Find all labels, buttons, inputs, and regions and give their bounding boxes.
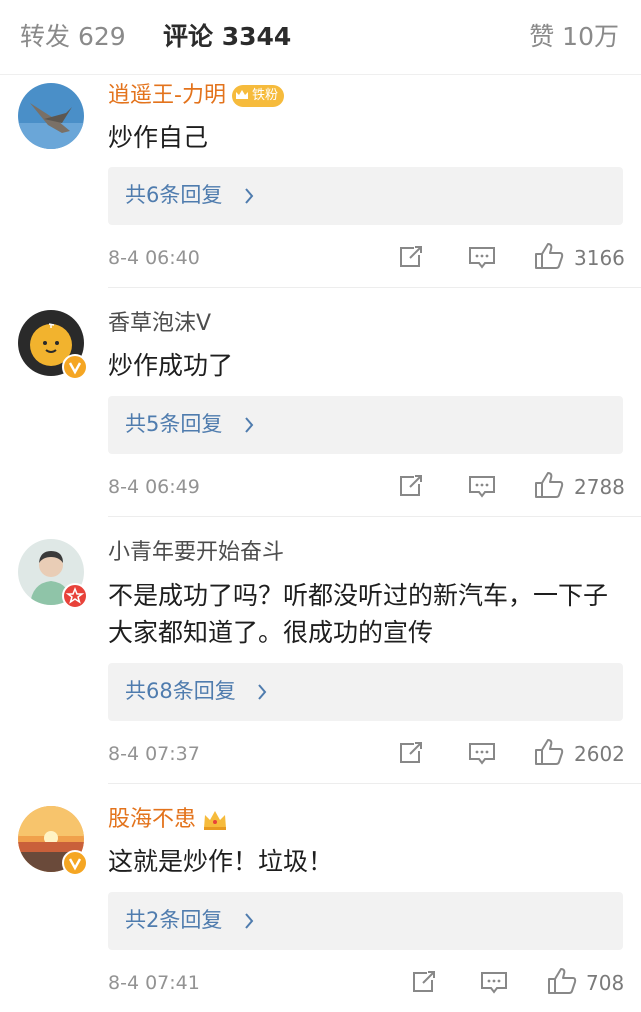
replies-button[interactable]: 共2条回复 xyxy=(108,892,623,950)
comment-icon[interactable] xyxy=(480,971,508,995)
comment-icon[interactable] xyxy=(468,246,496,270)
like-icon[interactable] xyxy=(534,242,564,270)
replies-button[interactable]: 共6条回复 xyxy=(108,167,623,225)
comment-item: 香草泡沫V 炒作成功了 共5条回复 8-4 06:49 2788 xyxy=(0,288,641,516)
replies-label: 共68条回复 xyxy=(125,679,236,703)
replies-label: 共2条回复 xyxy=(125,908,223,932)
tab-repost[interactable]: 转发 629 xyxy=(20,20,126,54)
like-count: 3166 xyxy=(574,246,625,270)
like-count: 708 xyxy=(586,971,625,995)
verified-badge xyxy=(62,850,88,876)
tab-likes[interactable]: 赞 10万 xyxy=(529,20,619,54)
crown-icon xyxy=(235,90,248,99)
verified-v-icon xyxy=(68,362,82,375)
replies-button[interactable]: 共68条回复 xyxy=(108,663,623,721)
comment-text: 炒作自己 xyxy=(108,123,209,152)
chevron-right-icon xyxy=(245,913,254,929)
replies-button[interactable]: 共5条回复 xyxy=(108,396,623,454)
repost-icon[interactable] xyxy=(411,970,437,994)
star-badge xyxy=(62,583,88,609)
comment-icon[interactable] xyxy=(468,742,496,766)
comment-item: 小青年要开始奋斗 不是成功了吗？听都没听过的新汽车，一下子大家都知道了。很成功的… xyxy=(0,517,641,783)
replies-label: 共5条回复 xyxy=(125,412,223,436)
like-count: 2788 xyxy=(574,475,625,499)
verified-v-icon xyxy=(68,858,82,871)
comment-text: 炒作成功了 xyxy=(108,351,234,380)
tab-comments[interactable]: 评论 3344 xyxy=(163,20,291,54)
like-icon[interactable] xyxy=(534,738,564,766)
comment-item: 逍遥王-力明 铁粉 炒作自己 共6条回复 8-4 06:40 3166 xyxy=(0,75,641,287)
username[interactable]: 股海不患 xyxy=(108,805,228,835)
timestamp: 8-4 07:41 xyxy=(108,972,200,994)
comment-icon[interactable] xyxy=(468,475,496,499)
repost-icon[interactable] xyxy=(398,474,424,498)
fan-badge: 铁粉 xyxy=(231,85,284,107)
comment-tabs: 转发 629 评论 3344 赞 10万 xyxy=(0,0,641,75)
like-count: 2602 xyxy=(574,742,625,766)
like-icon[interactable] xyxy=(547,967,577,995)
comment-item: 股海不患 这就是炒作！垃圾！ 共2条回复 8-4 07:41 708 xyxy=(0,784,641,1012)
star-icon xyxy=(65,586,85,604)
crown-icon xyxy=(204,811,227,830)
repost-icon[interactable] xyxy=(398,245,424,269)
chevron-right-icon xyxy=(245,188,254,204)
timestamp: 8-4 06:49 xyxy=(108,476,200,498)
username[interactable]: 香草泡沫V xyxy=(108,309,211,339)
avatar[interactable] xyxy=(18,83,84,149)
replies-label: 共6条回复 xyxy=(125,183,223,207)
verified-badge xyxy=(62,354,88,380)
repost-icon[interactable] xyxy=(398,741,424,765)
comment-text: 不是成功了吗？听都没听过的新汽车，一下子大家都知道了。很成功的宣传 xyxy=(108,581,609,647)
timestamp: 8-4 06:40 xyxy=(108,247,200,269)
timestamp: 8-4 07:37 xyxy=(108,743,200,765)
like-icon[interactable] xyxy=(534,471,564,499)
comment-text: 这就是炒作！垃圾！ xyxy=(108,847,334,876)
username[interactable]: 逍遥王-力明 铁粉 xyxy=(108,81,284,111)
chevron-right-icon xyxy=(258,684,267,700)
chevron-right-icon xyxy=(245,417,254,433)
username[interactable]: 小青年要开始奋斗 xyxy=(108,538,284,568)
